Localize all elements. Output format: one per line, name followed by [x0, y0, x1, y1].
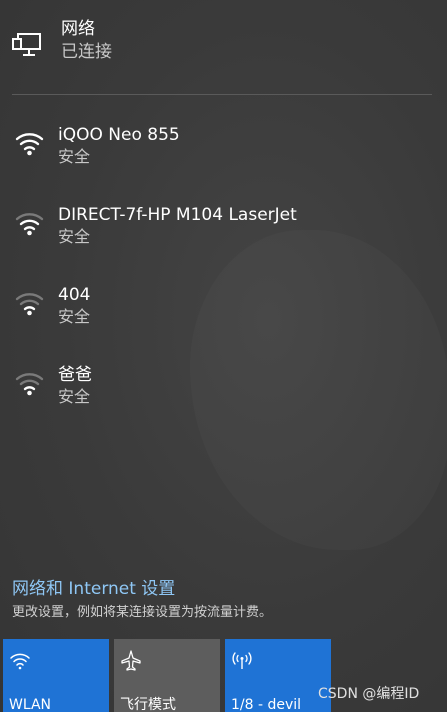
current-network-title: 网络	[61, 19, 95, 39]
current-network-status: 已连接	[61, 42, 112, 62]
network-settings-description: 更改设置，例如将某连接设置为按流量计费。	[12, 605, 273, 620]
divider	[12, 94, 432, 95]
network-flyout: 网络 已连接 iQOO Neo 855 安全 DIRECT-7f-HP M104…	[0, 0, 447, 712]
wlan-tile-label: WLAN	[9, 697, 52, 712]
mobile-hotspot-tile[interactable]: 1/8 - devil	[225, 639, 331, 712]
wifi-name: DIRECT-7f-HP M104 LaserJet	[58, 205, 297, 225]
airplane-mode-label: 飞行模式	[120, 697, 176, 712]
wifi-item-iqoo-neo[interactable]: iQOO Neo 855 安全	[12, 118, 432, 170]
wifi-icon	[10, 653, 30, 670]
quick-actions-row: WLAN 飞行模式 1/8 - devil	[3, 639, 333, 712]
wifi-item-direct-hp[interactable]: DIRECT-7f-HP M104 LaserJet 安全	[12, 198, 432, 250]
monitor-network-icon	[12, 33, 41, 56]
wlan-tile[interactable]: WLAN	[3, 639, 109, 712]
wifi-secure-icon	[15, 373, 44, 396]
wifi-security: 安全	[58, 387, 91, 406]
wifi-name: iQOO Neo 855	[58, 125, 180, 145]
wifi-secure-icon	[15, 133, 44, 156]
airplane-icon	[121, 650, 141, 671]
wifi-item-404[interactable]: 404 安全	[12, 278, 432, 330]
wifi-item-baba[interactable]: 爸爸 安全	[12, 358, 432, 410]
wifi-security: 安全	[58, 307, 91, 326]
mobile-hotspot-label: 1/8 - devil	[231, 697, 302, 712]
wifi-secure-icon	[15, 293, 44, 316]
wifi-name: 爸爸	[58, 365, 92, 385]
wifi-security: 安全	[58, 227, 91, 246]
wifi-name: 404	[58, 285, 91, 305]
current-network-item[interactable]: 网络 已连接	[12, 18, 432, 70]
hotspot-icon	[232, 652, 252, 669]
watermark-text: CSDN @编程ID	[318, 686, 420, 702]
wifi-secure-icon	[15, 213, 44, 236]
network-settings-link[interactable]: 网络和 Internet 设置	[12, 578, 175, 600]
wifi-security: 安全	[58, 147, 91, 166]
airplane-mode-tile[interactable]: 飞行模式	[114, 639, 220, 712]
